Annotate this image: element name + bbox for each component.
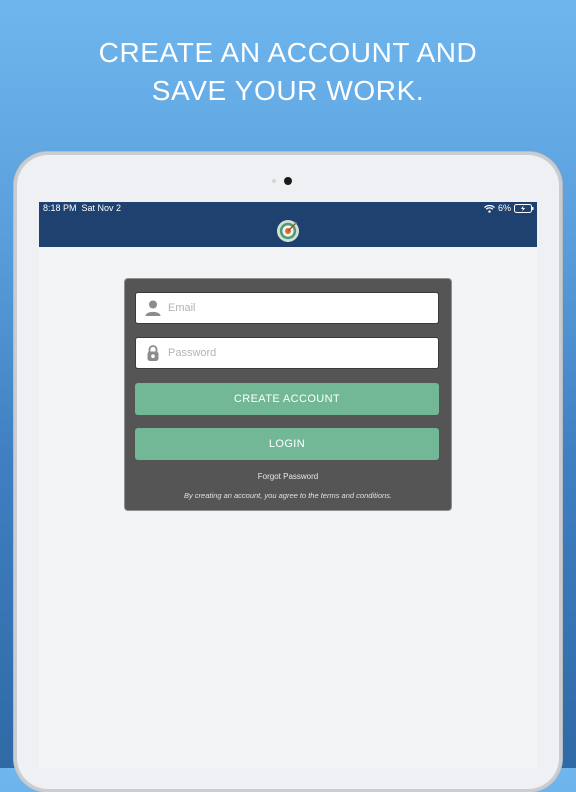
status-bar-indicators: 6% [484,203,534,214]
marketing-headline: CREATE AN ACCOUNT AND SAVE YOUR WORK. [0,34,576,110]
headline-line-2: SAVE YOUR WORK. [151,75,425,106]
target-arrow-icon [276,219,300,243]
email-field [135,292,439,324]
headline-line-1: CREATE AN ACCOUNT AND [98,37,478,68]
padlock-icon [144,344,162,362]
forgot-password-link[interactable]: Forgot Password [125,472,451,482]
login-card: CREATE ACCOUNT LOGIN Forgot Password By … [125,279,451,510]
app-navbar: 8:18 PM Sat Nov 2 6% [39,202,537,247]
password-input[interactable] [168,338,430,368]
login-button[interactable]: LOGIN [135,428,439,460]
battery-percent: 6% [497,203,511,213]
status-time: 8:18 PM [43,203,77,213]
password-field [135,337,439,369]
user-icon [144,299,162,317]
email-input[interactable] [168,293,430,323]
wifi-icon [484,204,495,213]
app-screen: 8:18 PM Sat Nov 2 6% Email CREATE ACCOUN… [39,202,537,768]
terms-notice: By creating an account, you agree to the… [183,491,393,500]
proximity-sensor [272,179,276,183]
status-date: Sat Nov 2 [81,203,122,213]
status-bar-datetime: 8:18 PM Sat Nov 2 [43,203,121,214]
create-account-button[interactable]: CREATE ACCOUNT [135,383,439,415]
battery-charging-icon [514,204,534,213]
front-camera [284,177,292,185]
